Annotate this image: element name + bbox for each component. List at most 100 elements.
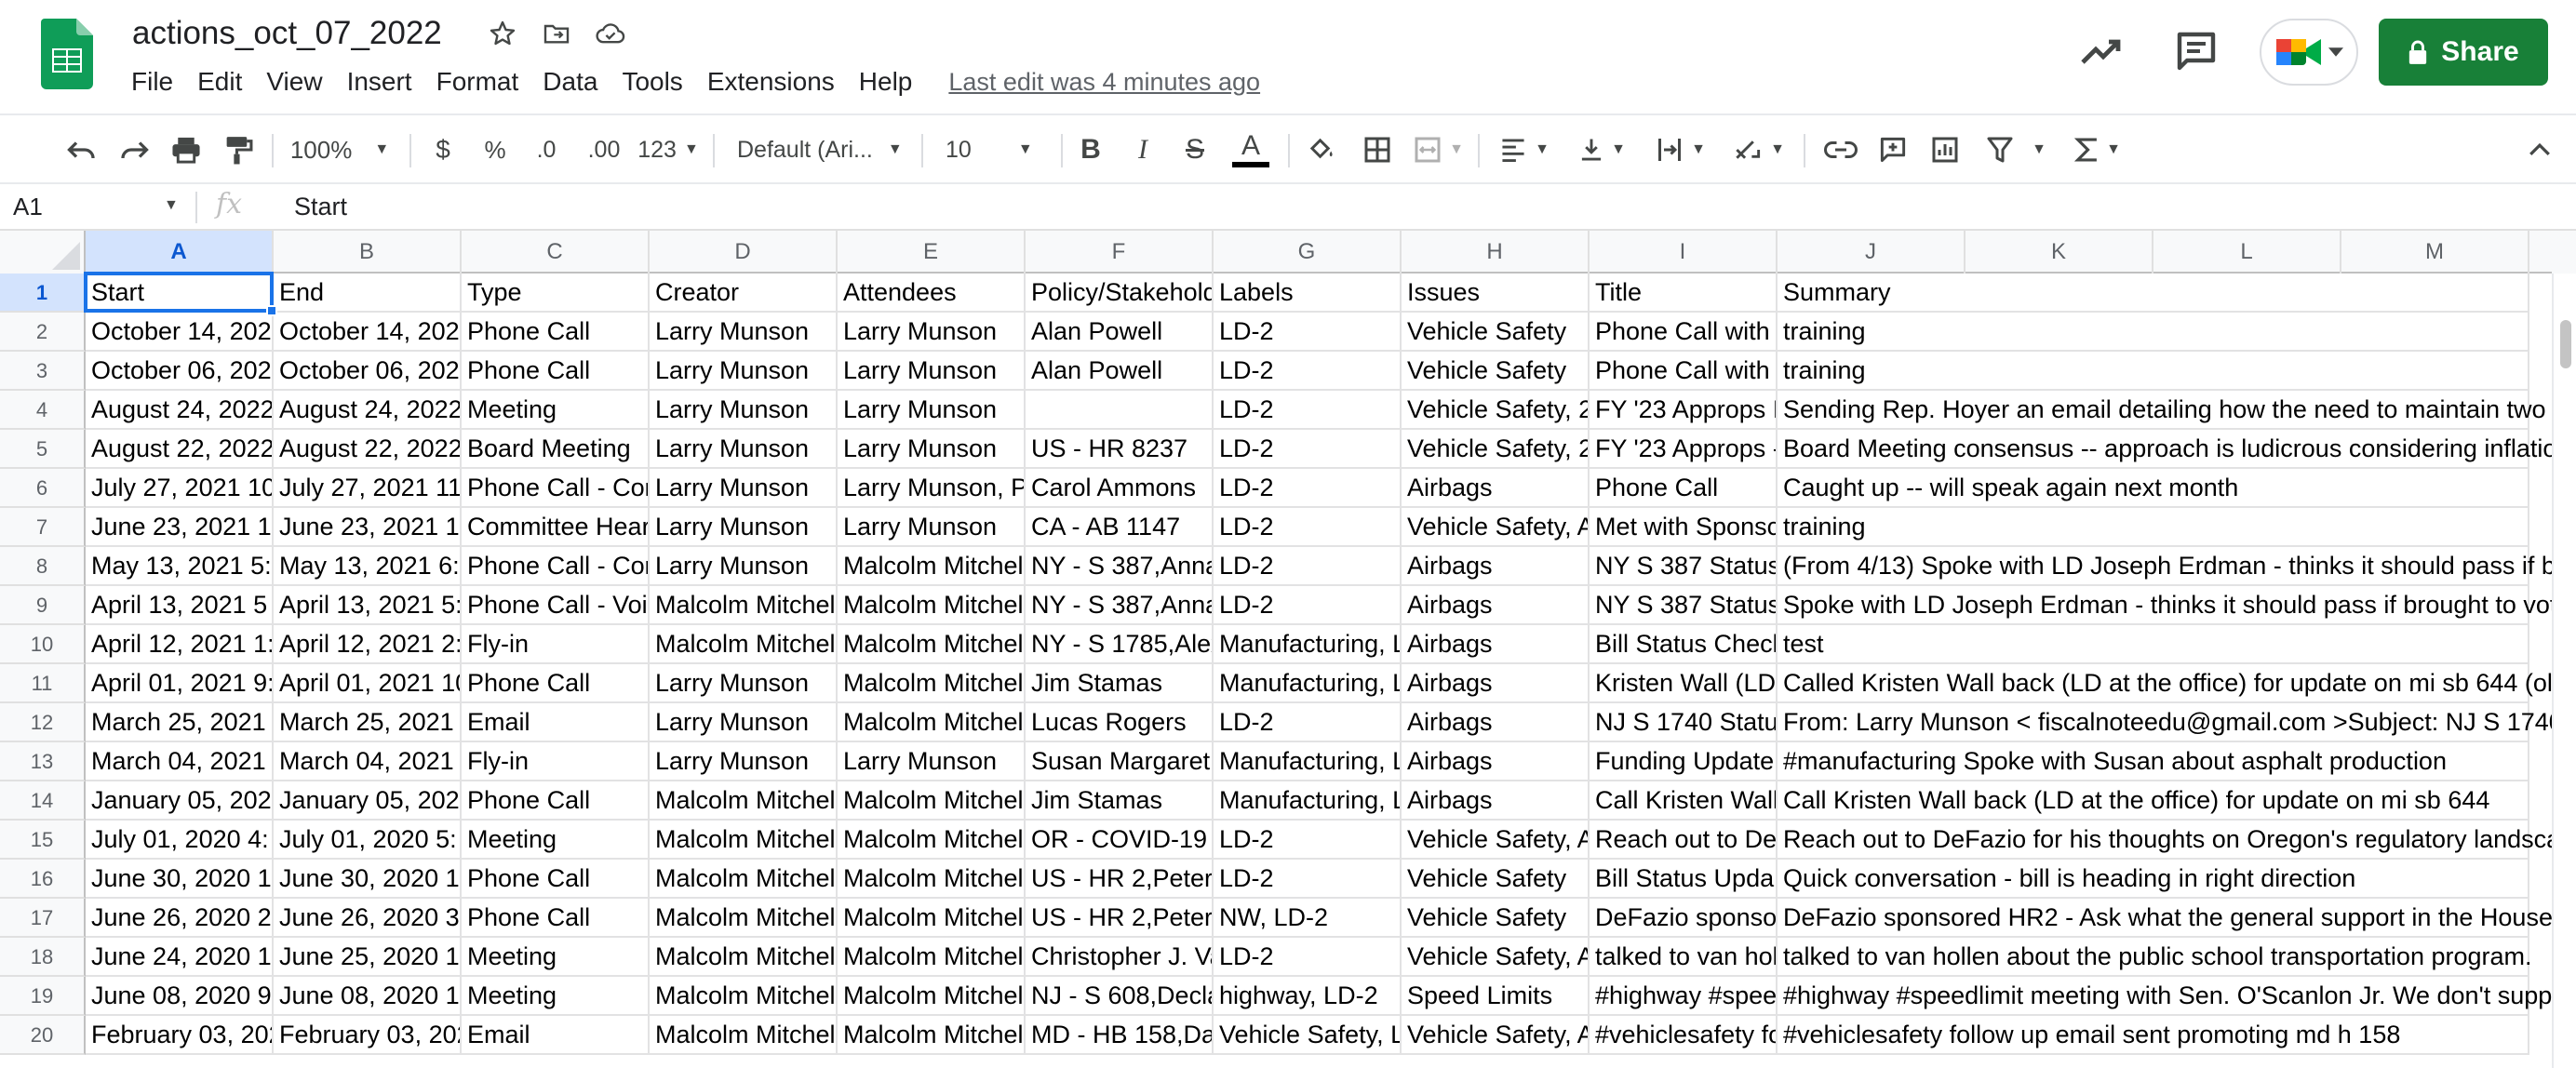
column-header-m[interactable]: M (2341, 231, 2529, 274)
row-header[interactable]: 7 (0, 508, 86, 547)
insert-chart-icon[interactable] (1919, 115, 1971, 184)
paint-format-icon[interactable] (212, 115, 264, 184)
vertical-scrollbar[interactable] (2552, 274, 2576, 1068)
cell-f1[interactable]: Policy/Stakehold (1026, 274, 1214, 313)
cell-e9[interactable]: Malcolm Mitchell (838, 586, 1026, 625)
cell-b14[interactable]: January 05, 2021 (274, 781, 462, 821)
cell-a3[interactable]: October 06, 2022 (86, 352, 274, 391)
cell-d8[interactable]: Larry Munson (650, 547, 838, 586)
cell-h11[interactable]: Airbags (1402, 664, 1590, 703)
text-rotation-icon[interactable]: ▼ (1724, 115, 1794, 184)
cell-g9[interactable]: LD-2 (1214, 586, 1402, 625)
cell-d1[interactable]: Creator (650, 274, 838, 313)
cell-b16[interactable]: June 30, 2020 1: (274, 860, 462, 899)
column-header-d[interactable]: D (650, 231, 838, 274)
cell-d16[interactable]: Malcolm Mitchell (650, 860, 838, 899)
font-size-select[interactable]: 10 ▼ (931, 115, 1052, 184)
cell-j16[interactable]: Quick conversation - bill is heading in … (1778, 860, 2524, 899)
cell-f19[interactable]: NJ - S 608,Decla (1026, 977, 1214, 1016)
row-header[interactable]: 17 (0, 899, 86, 938)
cell-e6[interactable]: Larry Munson, P (838, 469, 1026, 508)
cell-d20[interactable]: Malcolm Mitchell (650, 1016, 838, 1055)
cell-a18[interactable]: June 24, 2020 1 (86, 938, 274, 977)
cell-i4[interactable]: FY '23 Approps I (1590, 391, 1778, 430)
cell-a12[interactable]: March 25, 2021 (86, 703, 274, 742)
cell-d7[interactable]: Larry Munson (650, 508, 838, 547)
insert-comment-icon[interactable] (1867, 115, 1919, 184)
cell-b4[interactable]: August 24, 2022 (274, 391, 462, 430)
cell-i20[interactable]: #vehiclesafety fo (1590, 1016, 1778, 1055)
name-box[interactable]: A1 (0, 184, 186, 229)
cell-h6[interactable]: Airbags (1402, 469, 1590, 508)
cell-a10[interactable]: April 12, 2021 1: (86, 625, 274, 664)
cell-b13[interactable]: March 04, 2021 (274, 742, 462, 781)
cell-c8[interactable]: Phone Call - Cor (462, 547, 650, 586)
cell-i17[interactable]: DeFazio sponso (1590, 899, 1778, 938)
strikethrough-button[interactable]: S (1174, 115, 1215, 184)
select-all-corner[interactable] (0, 231, 86, 274)
column-header-i[interactable]: I (1590, 231, 1778, 274)
row-header[interactable]: 4 (0, 391, 86, 430)
cell-g5[interactable]: LD-2 (1214, 430, 1402, 469)
cell-f9[interactable]: NY - S 387,Anna (1026, 586, 1214, 625)
menu-help[interactable]: Help (847, 63, 925, 100)
cell-a9[interactable]: April 13, 2021 5 (86, 586, 274, 625)
collapse-toolbar-icon[interactable] (2516, 115, 2563, 184)
sheets-logo-icon[interactable] (41, 19, 93, 89)
cell-d12[interactable]: Larry Munson (650, 703, 838, 742)
cell-a16[interactable]: June 30, 2020 1 (86, 860, 274, 899)
cell-a14[interactable]: January 05, 2021 (86, 781, 274, 821)
bold-button[interactable]: B (1070, 115, 1111, 184)
cell-c17[interactable]: Phone Call (462, 899, 650, 938)
cell-d11[interactable]: Larry Munson (650, 664, 838, 703)
increase-decimal-button[interactable]: .00 (575, 115, 633, 184)
cell-h14[interactable]: Airbags (1402, 781, 1590, 821)
cell-e20[interactable]: Malcolm Mitchell (838, 1016, 1026, 1055)
row-header[interactable]: 6 (0, 469, 86, 508)
cell-a6[interactable]: July 27, 2021 10 (86, 469, 274, 508)
cell-i5[interactable]: FY '23 Approps - (1590, 430, 1778, 469)
cell-c18[interactable]: Meeting (462, 938, 650, 977)
cell-e4[interactable]: Larry Munson (838, 391, 1026, 430)
cell-j12[interactable]: From: Larry Munson < fiscalnoteedu@gmail… (1778, 703, 2563, 742)
cell-a2[interactable]: October 14, 2022 (86, 313, 274, 352)
cell-i2[interactable]: Phone Call with (1590, 313, 1778, 352)
cell-c10[interactable]: Fly-in (462, 625, 650, 664)
cell-g1[interactable]: Labels (1214, 274, 1402, 313)
menu-data[interactable]: Data (530, 63, 610, 100)
format-currency-button[interactable]: $ (421, 115, 465, 184)
cell-a4[interactable]: August 24, 2022 (86, 391, 274, 430)
cell-g2[interactable]: LD-2 (1214, 313, 1402, 352)
cell-g11[interactable]: Manufacturing, L (1214, 664, 1402, 703)
cell-j18[interactable]: talked to van hollen about the public sc… (1778, 938, 2532, 977)
cell-h8[interactable]: Airbags (1402, 547, 1590, 586)
borders-icon[interactable] (1355, 115, 1400, 184)
cell-a20[interactable]: February 03, 202 (86, 1016, 274, 1055)
menu-format[interactable]: Format (424, 63, 531, 100)
cell-g4[interactable]: LD-2 (1214, 391, 1402, 430)
cell-d4[interactable]: Larry Munson (650, 391, 838, 430)
cell-d13[interactable]: Larry Munson (650, 742, 838, 781)
cell-b18[interactable]: June 25, 2020 1 (274, 938, 462, 977)
cell-i1[interactable]: Title (1590, 274, 1778, 313)
row-header[interactable]: 2 (0, 313, 86, 352)
cell-g14[interactable]: Manufacturing, L (1214, 781, 1402, 821)
cell-b20[interactable]: February 03, 202 (274, 1016, 462, 1055)
cell-h15[interactable]: Vehicle Safety, A (1402, 821, 1590, 860)
cell-b8[interactable]: May 13, 2021 6: (274, 547, 462, 586)
row-header[interactable]: 19 (0, 977, 86, 1016)
row-header[interactable]: 20 (0, 1016, 86, 1055)
cell-e2[interactable]: Larry Munson (838, 313, 1026, 352)
cell-a7[interactable]: June 23, 2021 1 (86, 508, 274, 547)
merge-cells-icon[interactable]: ▼ (1409, 115, 1469, 184)
cell-b12[interactable]: March 25, 2021 (274, 703, 462, 742)
cell-h10[interactable]: Airbags (1402, 625, 1590, 664)
cell-i15[interactable]: Reach out to De (1590, 821, 1778, 860)
menu-insert[interactable]: Insert (335, 63, 424, 100)
row-header[interactable]: 5 (0, 430, 86, 469)
cell-a11[interactable]: April 01, 2021 9: (86, 664, 274, 703)
cell-b10[interactable]: April 12, 2021 2: (274, 625, 462, 664)
decrease-decimal-button[interactable]: .0 (521, 115, 571, 184)
cell-h18[interactable]: Vehicle Safety, A (1402, 938, 1590, 977)
cell-c19[interactable]: Meeting (462, 977, 650, 1016)
